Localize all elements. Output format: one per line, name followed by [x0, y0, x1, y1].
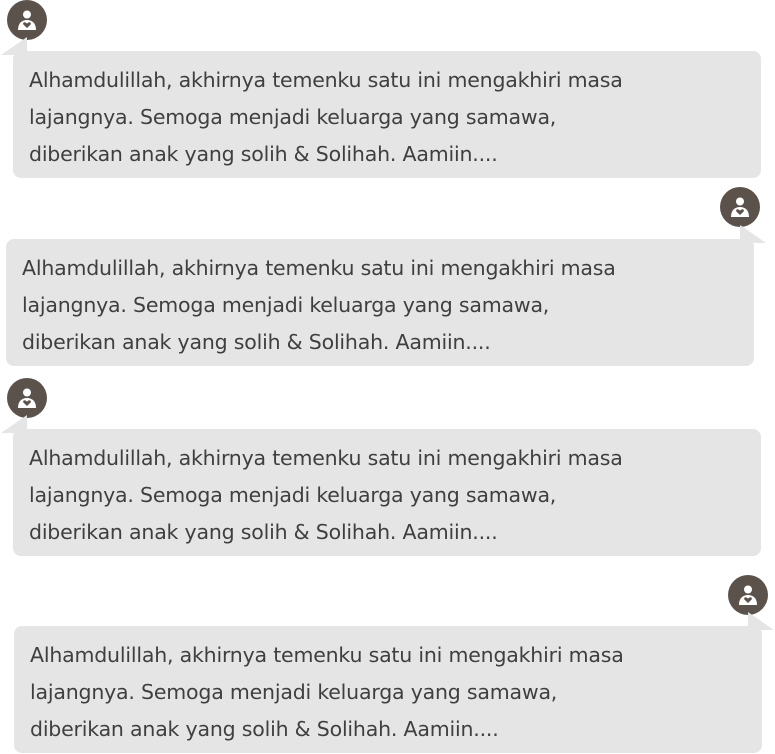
message-line: Alhamdulillah, akhirnya temenku satu ini…: [29, 446, 623, 470]
user-heart-icon: [731, 197, 749, 217]
message-line: diberikan anak yang solih & Solihah. Aam…: [22, 330, 491, 354]
avatar[interactable]: [720, 187, 760, 227]
message-bubble: Alhamdulillah, akhirnya temenku satu ini…: [6, 225, 766, 366]
avatar[interactable]: [7, 0, 47, 40]
bubble-tail: [1, 415, 27, 433]
bubble-tail: [1, 37, 27, 55]
message-line: Alhamdulillah, akhirnya temenku satu ini…: [22, 256, 616, 280]
message-line: Alhamdulillah, akhirnya temenku satu ini…: [30, 643, 624, 667]
message-line: diberikan anak yang solih & Solihah. Aam…: [29, 142, 498, 166]
user-heart-icon: [739, 585, 757, 605]
bubble-tail: [748, 612, 774, 630]
avatar[interactable]: [7, 378, 47, 418]
message-line: lajangnya. Semoga menjadi keluarga yang …: [29, 483, 557, 507]
message-line: lajangnya. Semoga menjadi keluarga yang …: [22, 293, 550, 317]
user-heart-icon: [18, 388, 36, 408]
message-bubble: Alhamdulillah, akhirnya temenku satu ini…: [14, 612, 774, 753]
message-line: Alhamdulillah, akhirnya temenku satu ini…: [29, 68, 623, 92]
user-heart-icon: [18, 10, 36, 30]
message-line: lajangnya. Semoga menjadi keluarga yang …: [29, 105, 557, 129]
bubble-tail: [740, 225, 766, 243]
message-line: lajangnya. Semoga menjadi keluarga yang …: [30, 680, 558, 704]
avatar[interactable]: [728, 575, 768, 615]
message-line: diberikan anak yang solih & Solihah. Aam…: [29, 520, 498, 544]
message-bubble: Alhamdulillah, akhirnya temenku satu ini…: [1, 415, 761, 556]
message-line: diberikan anak yang solih & Solihah. Aam…: [30, 717, 499, 741]
message-bubble: Alhamdulillah, akhirnya temenku satu ini…: [1, 37, 761, 178]
